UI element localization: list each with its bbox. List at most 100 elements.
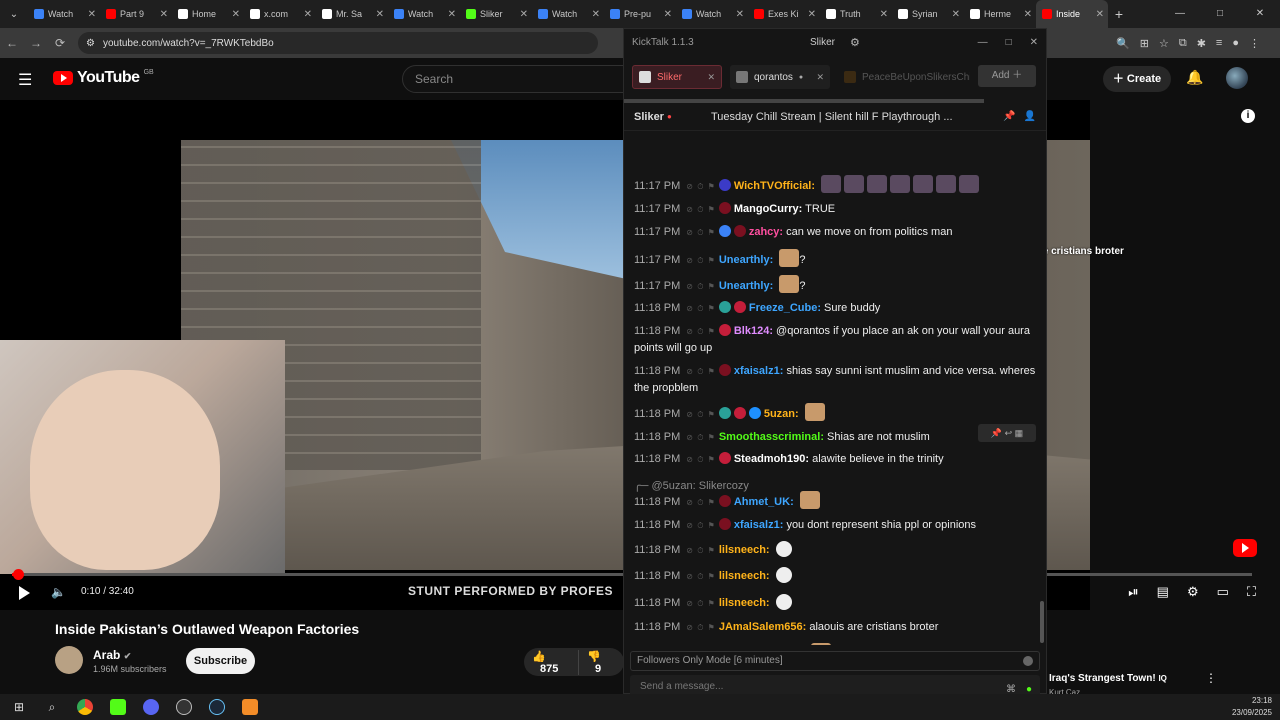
site-info-icon[interactable]: ⚙ [86,38,95,49]
mod-actions-icon[interactable]: ⊘ ⏱ ⚑ [686,455,716,464]
close-tab-icon[interactable]: ✕ [592,9,600,20]
close-tab-icon[interactable]: ✕ [736,9,744,20]
chat-message[interactable]: 11:18 PM ⊘ ⏱ ⚑ Freeze_Cube: Sure buddy [634,300,1038,317]
tab-qorantos[interactable]: qorantos ● ✕ [730,65,830,89]
browser-tab[interactable]: Watch ✕ [388,0,460,28]
close-tab-icon[interactable]: ✕ [520,9,528,20]
close-tab-icon[interactable]: ✕ [376,9,384,20]
tab-search-button[interactable]: ⌄ [0,9,28,20]
close-tab-icon[interactable]: ✕ [304,9,312,20]
close-tab-icon[interactable]: ✕ [808,9,816,20]
subtitles-icon[interactable]: ▤ [1157,584,1169,600]
mod-actions-icon[interactable]: ⊘ ⏱ ⚑ [686,572,716,581]
chat-message[interactable]: 11:18 PM ⊘ ⏱ ⚑ 5uzan: [634,403,1038,423]
browser-tab[interactable]: Sliker ✕ [460,0,532,28]
mod-actions-icon[interactable]: ⊘ ⏱ ⚑ [686,410,716,419]
mod-actions-icon[interactable]: ⊘ ⏱ ⚑ [686,367,716,376]
close-tab-icon[interactable]: ✕ [232,9,240,20]
chat-message[interactable]: 11:18 PM ⊘ ⏱ ⚑ Blk124: @qorantos if you pl… [634,323,1038,356]
channel-avatar[interactable] [55,646,83,674]
mod-actions-icon[interactable]: ⊘ ⏱ ⚑ [686,623,716,632]
notifications-bell-icon[interactable]: 🔔 [1186,69,1203,86]
autoplay-toggle-icon[interactable]: ⏯ [1128,584,1138,600]
info-icon[interactable] [1023,656,1033,666]
chat-scrollbar[interactable] [1040,601,1044,643]
chat-channel-name[interactable]: Sliker [634,111,664,123]
puzzle-icon[interactable]: ✱ [1197,37,1206,50]
chat-message[interactable]: 11:18 PM ⊘ ⏱ ⚑ Ahmet_UK: [634,491,1038,511]
chat-username[interactable]: Freeze_Cube: [749,302,821,314]
video-info-icon[interactable]: i [1241,109,1255,123]
chat-message[interactable]: 11:18 PM ⊘ ⏱ ⚑ lilsneech: [634,541,1038,559]
kick-icon[interactable] [105,694,131,720]
chat-username[interactable]: JAmalSalem656: [719,621,806,633]
browser-tab[interactable]: Watch ✕ [676,0,748,28]
mod-actions-icon[interactable]: ⊘ ⏱ ⚑ [686,256,716,265]
close-tab-icon[interactable]: ✕ [88,9,96,20]
mod-actions-icon[interactable]: ⊘ ⏱ ⚑ [686,599,716,608]
settings-gear-icon[interactable]: ⚙ [1187,584,1199,600]
chat-username[interactable]: Blk124: [734,325,773,337]
chat-username[interactable]: Unearthly: [719,254,773,266]
close-tab-icon[interactable]: ✕ [160,9,168,20]
minimize-button[interactable]: — [1160,0,1200,28]
dislike-button[interactable]: 👎 9 [578,649,624,675]
fullscreen-icon[interactable]: ⛶ [1247,584,1256,600]
app-icon[interactable] [237,694,263,720]
pin-icon[interactable]: 📌 [1003,111,1015,122]
chat-message[interactable]: 11:18 PM ⊘ ⏱ ⚑ lilsneech: [634,567,1038,585]
tab-sliker[interactable]: Sliker ✕ [632,65,722,89]
profile-icon[interactable]: ● [1232,37,1239,50]
sidebar-more-icon[interactable]: ⋮ [1205,671,1217,685]
sidebar-icon[interactable]: ≡ [1216,37,1222,50]
like-button[interactable]: 👍 875 [524,650,578,675]
chat-message[interactable]: 11:18 PM ⊘ ⏱ ⚑ lilsneech: [634,594,1038,612]
user-icon[interactable]: 👤 [1024,111,1036,122]
chat-username[interactable]: lilsneech: [719,597,770,609]
mod-actions-icon[interactable]: ⊘ ⏱ ⚑ [686,546,716,555]
chat-username[interactable]: xfaisalz1: [734,519,784,531]
chat-username[interactable]: WichTVOfficial: [734,180,815,192]
chat-username[interactable]: Ahmet_UK: [734,496,794,508]
url-field[interactable]: ⚙ youtube.com/watch?v=_7RWKTebdBo [78,32,598,54]
mod-actions-icon[interactable]: ⊘ ⏱ ⚑ [686,182,716,191]
search-input[interactable]: Search [402,65,624,93]
chat-message[interactable]: 11:17 PM ⊘ ⏱ ⚑ Unearthly: ? [634,249,1038,269]
chat-message[interactable]: 11:18 PM ⊘ ⏱ ⚑ JAmalSalem656: alaouis are … [634,619,1038,636]
chat-username[interactable]: Unearthly: [719,280,773,292]
theater-mode-icon[interactable]: ▭ [1217,584,1229,600]
mod-actions-icon[interactable]: ⊘ ⏱ ⚑ [686,433,716,442]
start-icon[interactable]: ⊞ [6,694,32,720]
bookmark-star-icon[interactable]: ☆ [1159,37,1169,50]
play-button[interactable] [19,586,30,600]
channel-name[interactable]: Arab ✔ [93,648,131,662]
menu-dots-icon[interactable]: ⋮ [1249,37,1260,50]
mod-actions-icon[interactable]: ⊘ ⏱ ⚑ [686,282,716,291]
chat-message[interactable]: 11:18 PM ⊘ ⏱ ⚑ Steadmoh190: alawite believ… [634,451,1038,468]
close-tab-icon[interactable]: ✕ [952,9,960,20]
browser-tab[interactable]: Watch ✕ [28,0,100,28]
chat-username[interactable]: zahcy: [749,226,783,238]
chrome-icon[interactable] [72,694,98,720]
browser-tab[interactable]: Pre-pu ✕ [604,0,676,28]
close-tab-icon[interactable]: ✕ [707,72,715,83]
zoom-icon[interactable]: 🔍 [1116,37,1130,50]
system-clock[interactable]: 23:18 23/09/2025 [1232,695,1272,719]
chat-message[interactable]: 11:18 PM ⊘ ⏱ ⚑ xfaisalz1: shias say sunni … [634,363,1038,396]
obs-icon[interactable] [171,694,197,720]
chat-message[interactable]: 11:18 PM ⊘ ⏱ ⚑ xfaisalz1: you dont represe… [634,517,1038,534]
discord-icon[interactable] [138,694,164,720]
mod-actions-icon[interactable]: ⊘ ⏱ ⚑ [686,498,716,507]
browser-tab[interactable]: x.com ✕ [244,0,316,28]
new-tab-button[interactable]: + [1108,6,1130,22]
chat-message[interactable]: 11:17 PM ⊘ ⏱ ⚑ MangoCurry: TRUE [634,201,1038,218]
chat-username[interactable]: xfaisalz1: [734,365,784,377]
browser-tab[interactable]: Truth ✕ [820,0,892,28]
chat-username[interactable]: MangoCurry: [734,203,802,215]
kt-close-button[interactable]: ✕ [1030,37,1038,48]
chat-username[interactable]: lilsneech: [719,544,770,556]
mod-actions-icon[interactable]: ⊘ ⏱ ⚑ [686,304,716,313]
search-icon[interactable]: ⌕ [39,694,65,720]
back-button[interactable]: ← [0,36,24,50]
mod-actions-icon[interactable]: ⊘ ⏱ ⚑ [686,228,716,237]
